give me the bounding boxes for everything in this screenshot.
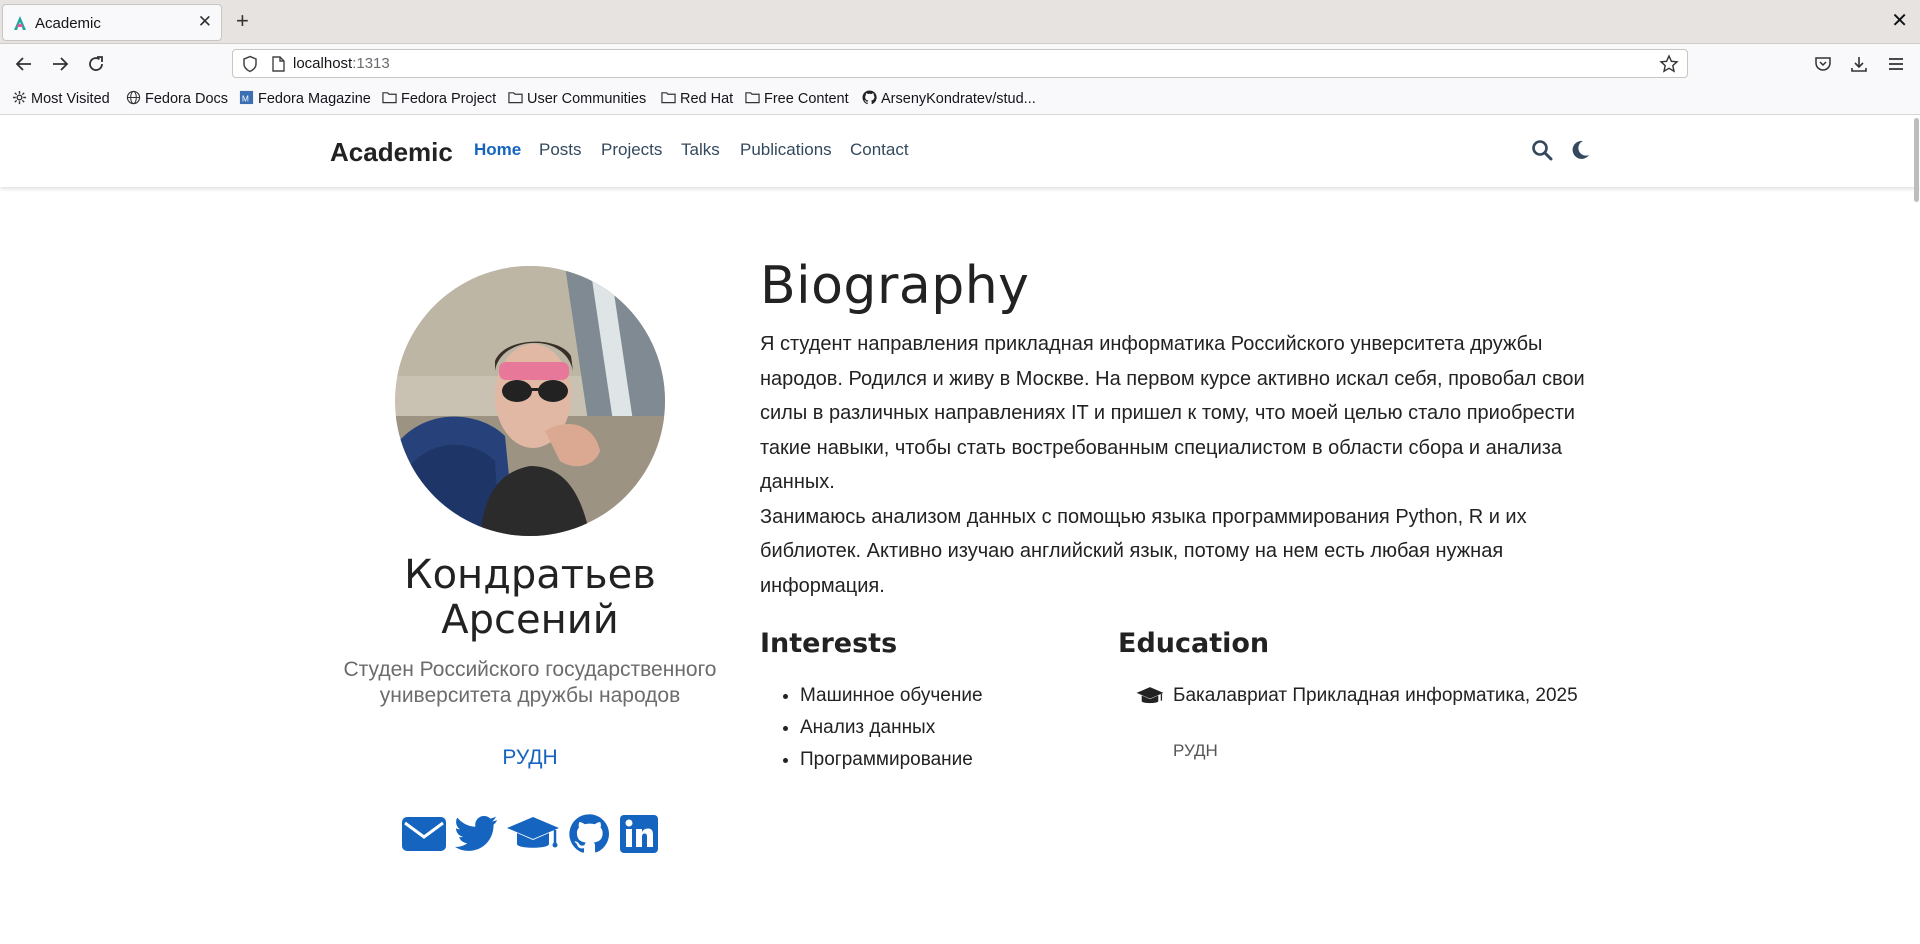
browser-tab[interactable]: Academic ✕ <box>2 4 222 41</box>
site-navbar: Academic Home Posts Projects Talks Publi… <box>0 115 1920 187</box>
scrollbar[interactable] <box>1914 118 1919 202</box>
profile-organization-link[interactable]: РУДН <box>330 746 730 770</box>
biography-paragraph-1: Я студент направления прикладная информа… <box>760 333 1585 493</box>
interests-list: Машинное обучение Анализ данных Программ… <box>760 680 983 776</box>
biography-paragraph-2: Занимаюсь анализом данных с помощью язык… <box>760 505 1527 597</box>
graduation-cap-icon[interactable] <box>506 813 560 855</box>
tab-bar: Academic ✕ + ✕ <box>0 0 1920 44</box>
bookmark-most-visited[interactable]: Most Visited <box>12 90 110 110</box>
profile-name-line1: Кондратьев <box>404 552 656 598</box>
bookmark-label: Free Content <box>764 91 849 107</box>
window-close-icon[interactable]: ✕ <box>1891 8 1908 33</box>
biography-text: Я студент направления прикладная информа… <box>760 327 1590 603</box>
folder-icon <box>382 92 397 104</box>
folder-icon <box>661 92 676 104</box>
profile-name-line2: Арсений <box>441 597 619 643</box>
profile-role: Студен Российского государственного унив… <box>343 658 717 707</box>
bookmark-fedora-magazine[interactable]: M Fedora Magazine <box>239 90 371 110</box>
back-icon[interactable] <box>12 52 36 76</box>
bookmarks-bar: Most Visited Fedora Docs M Fedora Magazin… <box>0 84 1920 115</box>
email-icon[interactable] <box>402 813 446 855</box>
list-item: Программирование <box>800 744 983 776</box>
url-host: localhost <box>293 55 353 72</box>
linkedin-icon[interactable] <box>619 813 659 855</box>
bookmark-user-communities[interactable]: User Communities <box>508 90 646 110</box>
profile-name: Кондратьев Арсений <box>330 553 730 643</box>
nav-projects[interactable]: Projects <box>601 140 662 160</box>
bookmark-label: User Communities <box>527 91 647 107</box>
nav-home[interactable]: Home <box>474 140 521 160</box>
bookmark-label: Most Visited <box>31 91 110 107</box>
globe-icon <box>126 90 141 105</box>
nav-contact[interactable]: Contact <box>850 140 909 160</box>
list-item: Машинное обучение <box>800 680 983 712</box>
bookmark-label: Fedora Docs <box>145 91 229 107</box>
folder-icon <box>745 92 760 104</box>
biography-title: Biography <box>760 256 1030 316</box>
forward-icon[interactable] <box>48 52 72 76</box>
academic-favicon-icon <box>14 16 26 30</box>
bookmark-label: ArsenyKondratev/stud... <box>881 91 1036 107</box>
url-text[interactable]: localhost:1313 <box>293 55 390 72</box>
avatar <box>395 266 665 536</box>
nav-talks[interactable]: Talks <box>681 140 720 160</box>
bookmark-fedora-project[interactable]: Fedora Project <box>382 90 496 110</box>
twitter-icon[interactable] <box>454 813 498 855</box>
url-port: :1313 <box>352 55 390 72</box>
fedora-magazine-icon: M <box>239 90 254 105</box>
bookmark-free-content[interactable]: Free Content <box>745 90 849 110</box>
shield-icon[interactable] <box>241 55 259 73</box>
education-course: Бакалавриат Прикладная информатика, 2025 <box>1173 685 1578 706</box>
education-institution: РУДН <box>1173 741 1218 760</box>
site-brand[interactable]: Academic <box>330 137 453 168</box>
search-icon[interactable] <box>1531 139 1553 161</box>
graduation-cap-icon <box>1136 687 1164 704</box>
menu-icon[interactable] <box>1886 54 1906 74</box>
list-item: Анализ данных <box>800 712 983 744</box>
github-icon <box>862 90 877 105</box>
tab-close-icon[interactable]: ✕ <box>198 12 212 32</box>
bookmark-label: Fedora Project <box>401 91 497 107</box>
bookmark-red-hat[interactable]: Red Hat <box>661 90 733 110</box>
interests-title: Interests <box>760 628 898 659</box>
bookmark-label: Fedora Magazine <box>258 91 371 107</box>
dark-mode-moon-icon[interactable] <box>1569 139 1591 161</box>
github-icon[interactable] <box>568 813 610 855</box>
bookmark-label: Red Hat <box>680 91 734 107</box>
bookmark-star-icon[interactable] <box>1659 54 1679 74</box>
gear-icon <box>12 90 27 105</box>
bookmark-github-repo[interactable]: ArsenyKondratev/stud... <box>862 90 1036 110</box>
reload-icon[interactable] <box>84 52 108 76</box>
new-tab-icon[interactable]: + <box>236 8 249 34</box>
nav-publications[interactable]: Publications <box>740 140 832 160</box>
tab-title: Academic <box>35 15 101 32</box>
bookmark-fedora-docs[interactable]: Fedora Docs <box>126 90 228 110</box>
svg-text:M: M <box>242 93 249 103</box>
browser-toolbar: localhost:1313 <box>0 44 1920 84</box>
education-title: Education <box>1118 628 1270 659</box>
url-bar[interactable]: localhost:1313 <box>232 49 1688 78</box>
avatar-photo <box>395 266 665 536</box>
page-info-icon[interactable] <box>269 55 287 73</box>
downloads-icon[interactable] <box>1849 54 1869 74</box>
nav-posts[interactable]: Posts <box>539 140 582 160</box>
folder-icon <box>508 92 523 104</box>
pocket-icon[interactable] <box>1813 54 1833 74</box>
